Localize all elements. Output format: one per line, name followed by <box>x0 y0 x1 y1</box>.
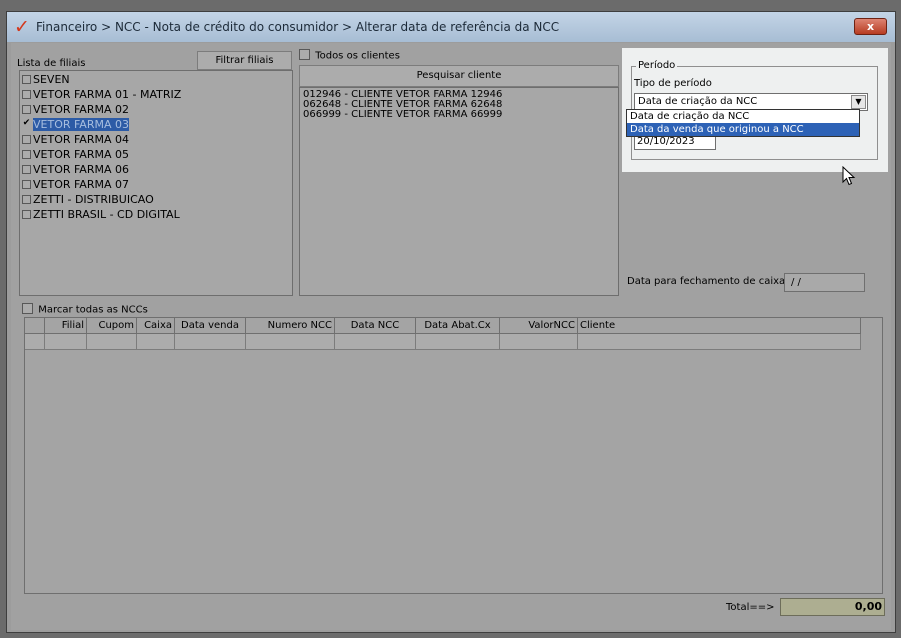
branch-item-label: VETOR FARMA 04 <box>33 133 129 146</box>
branch-item[interactable]: SEVEN <box>20 72 292 87</box>
branch-item[interactable]: ✔ VETOR FARMA 03 <box>20 117 292 132</box>
grid-cell[interactable] <box>246 334 335 350</box>
branch-item-label: VETOR FARMA 03 <box>33 118 129 131</box>
grid-column-header[interactable]: Cliente <box>578 318 861 334</box>
grid-column-header[interactable]: Cupom <box>87 318 137 334</box>
branch-item-label: VETOR FARMA 07 <box>33 178 129 191</box>
mark-all-nccs-checkbox[interactable]: Marcar todas as NCCs <box>22 303 148 316</box>
client-list-item[interactable]: 066999 - CLIENTE VETOR FARMA 66999 <box>300 110 618 120</box>
period-type-dropdown[interactable]: Data de criação da NCC Data da venda que… <box>626 109 860 137</box>
branch-item-label: ZETTI - DISTRIBUICAO <box>33 193 154 206</box>
cash-closing-date-input[interactable]: / / <box>784 273 865 292</box>
grid-column-header[interactable]: Data Abat.Cx <box>416 318 500 334</box>
close-button[interactable]: x <box>854 18 887 35</box>
grid-column-header[interactable]: Data NCC <box>335 318 416 334</box>
period-type-label: Tipo de período <box>634 78 712 89</box>
grid-cell[interactable] <box>578 334 861 350</box>
period-type-selected: Data de criação da NCC <box>638 96 758 107</box>
grid-column-header[interactable]: Numero NCC <box>246 318 335 334</box>
ncc-grid[interactable]: Filial Cupom Caixa Data venda Numero NCC Data… <box>24 317 883 594</box>
period-group-label: Período <box>636 60 678 71</box>
checkbox-icon[interactable] <box>22 74 31 84</box>
total-value: 0,00 <box>780 598 885 616</box>
branch-item[interactable]: ZETTI BRASIL - CD DIGITAL <box>20 207 292 222</box>
branch-list[interactable]: SEVEN VETOR FARMA 01 - MATRIZ VETOR FARMA … <box>19 70 293 296</box>
cash-closing-label: Data para fechamento de caixa <box>627 276 786 287</box>
mouse-cursor-icon <box>842 166 856 186</box>
main-window: ✓ Financeiro > NCC - Nota de crédito do … <box>6 11 896 633</box>
period-panel: Período Tipo de período Data de criação … <box>622 48 888 172</box>
grid-cell[interactable] <box>25 334 45 350</box>
grid-header: Filial Cupom Caixa Data venda Numero NCC Data… <box>25 318 861 334</box>
grid-cell[interactable] <box>416 334 500 350</box>
branch-item-label: VETOR FARMA 05 <box>33 148 129 161</box>
filter-branches-button[interactable]: Filtrar filiais <box>197 51 292 70</box>
grid-column-header[interactable] <box>25 318 45 334</box>
grid-column-header[interactable]: Data venda <box>175 318 246 334</box>
total-label: Total==> <box>726 602 775 613</box>
grid-column-header[interactable]: Caixa <box>137 318 175 334</box>
grid-empty-row[interactable] <box>25 334 861 350</box>
grid-cell[interactable] <box>500 334 578 350</box>
branch-item-label: SEVEN <box>33 73 70 86</box>
app-check-icon: ✓ <box>14 16 30 38</box>
all-clients-checkbox[interactable]: Todos os clientes <box>299 49 400 62</box>
branch-item[interactable]: VETOR FARMA 02 <box>20 102 292 117</box>
window-title: Financeiro > NCC - Nota de crédito do co… <box>36 20 560 34</box>
title-bar: ✓ Financeiro > NCC - Nota de crédito do … <box>7 12 895 42</box>
mark-all-nccs-label: Marcar todas as NCCs <box>38 304 148 316</box>
branch-item[interactable]: VETOR FARMA 06 <box>20 162 292 177</box>
client-area: Lista de filiais Filtrar filiais SEVEN VE… <box>11 43 891 630</box>
checkbox-icon[interactable] <box>22 179 31 189</box>
checkbox-icon[interactable] <box>22 89 31 99</box>
branch-item[interactable]: VETOR FARMA 01 - MATRIZ <box>20 87 292 102</box>
branch-item[interactable]: VETOR FARMA 07 <box>20 177 292 192</box>
checkbox-icon[interactable] <box>22 209 31 219</box>
branch-item-label: VETOR FARMA 06 <box>33 163 129 176</box>
checkbox-icon[interactable] <box>299 49 310 60</box>
branch-item-label: VETOR FARMA 01 - MATRIZ <box>33 88 182 101</box>
grid-cell[interactable] <box>175 334 246 350</box>
checkmark-icon[interactable]: ✔ <box>22 118 31 129</box>
branch-item[interactable]: ZETTI - DISTRIBUICAO <box>20 192 292 207</box>
checkbox-icon[interactable] <box>22 104 31 114</box>
period-option-sale-date[interactable]: Data da venda que originou a NCC <box>627 123 859 136</box>
all-clients-label: Todos os clientes <box>315 50 400 62</box>
chevron-down-icon[interactable]: ▼ <box>851 95 866 109</box>
grid-cell[interactable] <box>137 334 175 350</box>
branch-list-label: Lista de filiais <box>17 58 86 69</box>
branch-item[interactable]: VETOR FARMA 05 <box>20 147 292 162</box>
branch-item[interactable]: VETOR FARMA 04 <box>20 132 292 147</box>
grid-column-header[interactable]: Filial <box>45 318 87 334</box>
checkbox-icon[interactable] <box>22 303 33 314</box>
grid-cell[interactable] <box>335 334 416 350</box>
checkbox-icon[interactable] <box>22 134 31 144</box>
period-option-creation-date[interactable]: Data de criação da NCC <box>627 110 859 123</box>
grid-column-header[interactable]: ValorNCC <box>500 318 578 334</box>
grid-cell[interactable] <box>87 334 137 350</box>
checkbox-icon[interactable] <box>22 164 31 174</box>
checkbox-icon[interactable] <box>22 149 31 159</box>
client-list[interactable]: 012946 - CLIENTE VETOR FARMA 12946 062648… <box>299 87 619 296</box>
branch-item-label: VETOR FARMA 02 <box>33 103 129 116</box>
grid-cell[interactable] <box>45 334 87 350</box>
checkbox-icon[interactable] <box>22 194 31 204</box>
branch-item-label: ZETTI BRASIL - CD DIGITAL <box>33 208 180 221</box>
search-client-button[interactable]: Pesquisar cliente <box>299 65 619 87</box>
